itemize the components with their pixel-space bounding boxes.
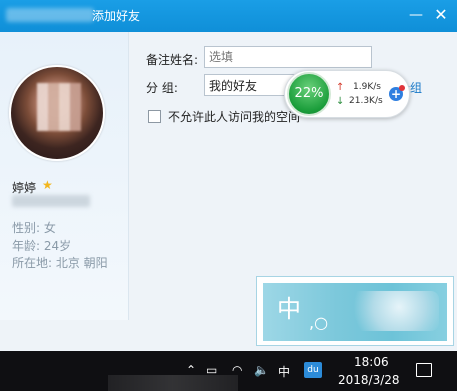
- ime-skin-image: 中 ,○: [263, 283, 447, 341]
- location: 所在地: 北京 朝阳: [12, 256, 108, 270]
- download-speed: 21.3K/s: [349, 96, 383, 106]
- group-select-value: 我的好友: [209, 79, 258, 93]
- block-space-checkbox[interactable]: [148, 110, 161, 123]
- network-speed-widget[interactable]: 22% ↑ ↓ 1.9K/s 21.3K/s +: [284, 70, 410, 118]
- battery-icon[interactable]: ▭: [206, 363, 217, 377]
- account-blurred: [12, 195, 90, 207]
- block-space-label: 不允许此人访问我的空间: [168, 110, 301, 124]
- clock-time[interactable]: 18:06: [354, 355, 389, 369]
- ime-decor-icon: [339, 291, 439, 331]
- clock-date[interactable]: 2018/3/28: [338, 373, 400, 387]
- ime-skin-panel: 中 ,○: [256, 276, 454, 346]
- download-arrow-icon: ↓: [336, 96, 345, 107]
- avatar-mosaic: [37, 83, 81, 131]
- title-bar: 添加好友 — ✕: [0, 0, 457, 32]
- window-title: 添加好友: [92, 9, 141, 23]
- show-hidden-icons-icon[interactable]: ⌃: [186, 363, 196, 377]
- taskbar: ⌃ ▭ ◠ 🔈 中 du 18:06 2018/3/28: [0, 351, 457, 391]
- speed-percent-circle: 22%: [287, 72, 331, 116]
- ime-skin-dot: ,○: [309, 313, 329, 332]
- title-blurred-name: [6, 8, 94, 22]
- avatar: [9, 65, 105, 161]
- wifi-icon[interactable]: ◠: [232, 363, 242, 377]
- volume-icon[interactable]: 🔈: [254, 363, 269, 377]
- remark-label: 备注姓名:: [146, 53, 199, 67]
- group-label: 分 组:: [146, 81, 178, 95]
- taskbar-ghost-text: [108, 375, 238, 391]
- profile-panel: 婷婷 ★ 性别: 女 年龄: 24岁 所在地: 北京 朝阳: [0, 32, 129, 320]
- du-tray-icon[interactable]: du: [304, 362, 322, 378]
- ime-skin-char: 中: [277, 295, 301, 323]
- ime-indicator[interactable]: 中: [278, 363, 290, 380]
- star-icon: ★: [42, 178, 53, 192]
- age: 年龄: 24岁: [12, 239, 72, 253]
- close-button[interactable]: ✕: [430, 4, 452, 26]
- notification-center-icon[interactable]: [416, 363, 432, 377]
- upload-speed: 1.9K/s: [353, 82, 381, 92]
- minimize-button[interactable]: —: [405, 4, 427, 26]
- notification-dot-icon: [399, 85, 405, 91]
- remark-input[interactable]: [204, 46, 372, 68]
- upload-arrow-icon: ↑: [336, 82, 345, 93]
- nickname: 婷婷: [12, 181, 37, 195]
- gender: 性别: 女: [12, 221, 56, 235]
